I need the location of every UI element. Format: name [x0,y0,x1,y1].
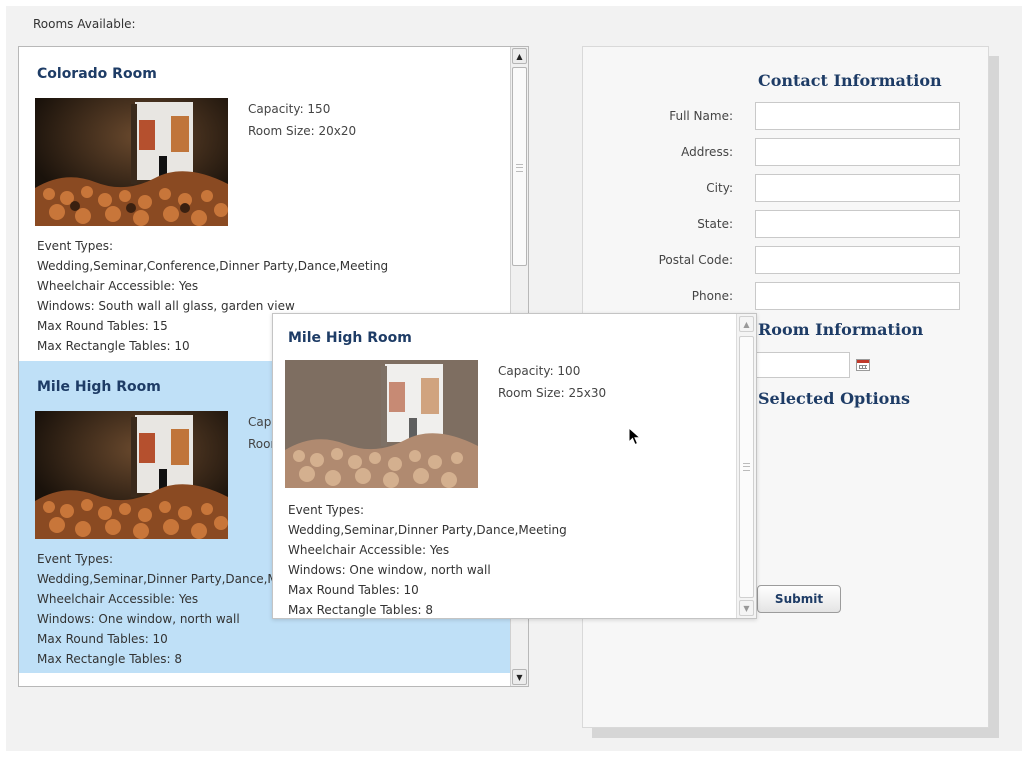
submit-button[interactable]: Submit [757,585,841,613]
city-label: City: [706,181,733,195]
room-specs: Capacity: 100 Room Size: 25x30 [498,360,606,404]
room-information-heading: Room Information [758,320,924,339]
max-rectangle-tables: Max Rectangle Tables: 8 [288,603,433,617]
room-photo [35,411,228,539]
mouse-pointer-icon [628,427,642,446]
event-date-field[interactable] [755,352,850,378]
scroll-grip-icon [743,463,750,471]
full-name-field[interactable] [755,102,960,130]
max-round-tables: Max Round Tables: 10 [288,583,419,597]
room-title: Mile High Room [288,330,412,346]
room-title: Mile High Room [37,379,161,395]
scroll-thumb[interactable] [512,67,527,266]
scroll-grip-icon [516,164,523,172]
room-size: Room Size: 25x30 [498,386,607,400]
phone-label: Phone: [691,289,733,303]
room-specs: Capacity: 150 Room Size: 20x20 [248,98,356,142]
rooms-available-label: Rooms Available: [33,17,136,31]
city-field[interactable] [755,174,960,202]
room-photo [285,360,478,488]
address-label: Address: [681,145,733,159]
max-round-tables: Max Round Tables: 10 [37,632,168,646]
full-name-label: Full Name: [669,109,733,123]
room-drag-preview[interactable]: Mile High Room Capacity: 100 Room Size: … [272,313,757,619]
windows-info: Windows: One window, north wall [288,563,491,577]
event-types-value: Wedding,Seminar,Dinner Party,Dance,Meeti… [288,523,567,537]
room-photo [35,98,228,226]
room-details: Event Types: Wedding,Seminar,Dinner Part… [288,500,567,618]
room-capacity: Capacity: 100 [498,364,581,378]
scroll-thumb [739,336,754,598]
phone-field[interactable] [755,282,960,310]
scroll-down-arrow-icon: ▼ [739,600,754,616]
address-field[interactable] [755,138,960,166]
room-title: Colorado Room [37,66,157,82]
contact-information-heading: Contact Information [758,71,942,90]
wheelchair-accessible: Wheelchair Accessible: Yes [37,279,199,293]
event-types-label: Event Types: [288,503,365,517]
event-types-label: Event Types: [37,239,114,253]
event-types-value: Wedding,Seminar,Conference,Dinner Party,… [37,259,389,273]
room-capacity: Capacity: 150 [248,102,331,116]
wheelchair-accessible: Wheelchair Accessible: Yes [288,543,450,557]
calendar-icon[interactable] [856,359,870,371]
state-field[interactable] [755,210,960,238]
scroll-up-arrow-icon[interactable]: ▲ [512,48,527,64]
scroll-up-arrow-icon: ▲ [739,316,754,332]
max-rectangle-tables: Max Rectangle Tables: 8 [37,652,182,666]
state-label: State: [697,217,733,231]
postal-code-label: Postal Code: [658,253,733,267]
postal-code-field[interactable] [755,246,960,274]
preview-scrollbar: ▲ ▼ [736,314,756,618]
room-size: Room Size: 20x20 [248,124,357,138]
scroll-down-arrow-icon[interactable]: ▼ [512,669,527,685]
selected-options-heading: Selected Options [758,389,910,408]
